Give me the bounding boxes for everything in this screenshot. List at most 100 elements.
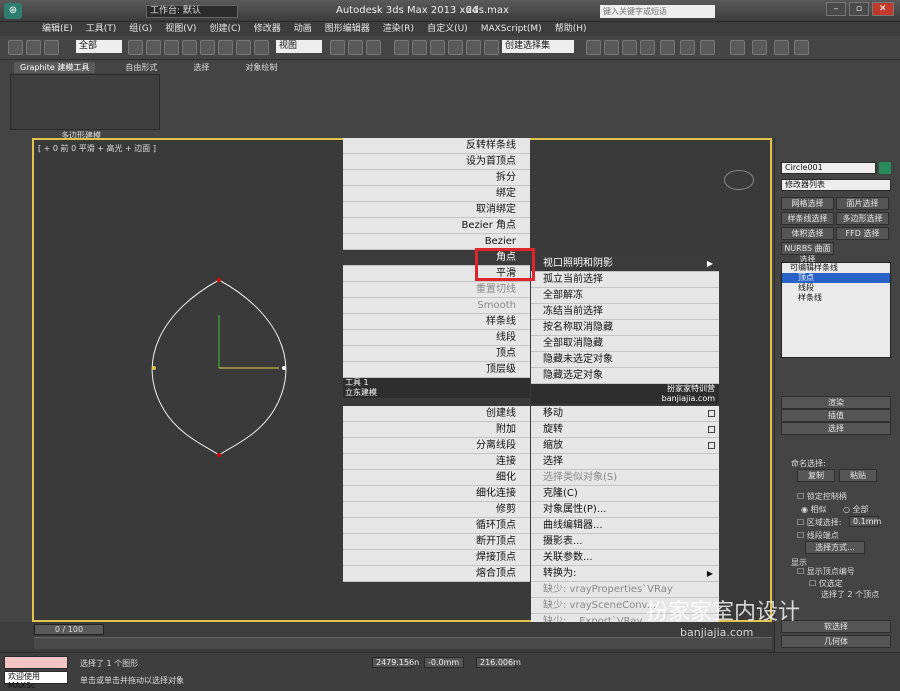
- area-select-checkbox[interactable]: ☐ 区域选择:: [797, 517, 841, 528]
- select-by-button[interactable]: 选择方式...: [805, 541, 865, 554]
- toolbar-tool-icon[interactable]: [26, 40, 41, 55]
- toolbar-tool-icon[interactable]: [730, 40, 745, 55]
- toolbar-tool-icon[interactable]: [200, 40, 215, 55]
- geometry-rollout[interactable]: 几何体: [781, 635, 891, 648]
- quad-menu-item[interactable]: 移动: [531, 406, 719, 422]
- quad-menu-item[interactable]: 拆分: [343, 170, 530, 186]
- toolbar-tool-icon[interactable]: [752, 40, 767, 55]
- modifier-set-button[interactable]: 体积选择: [781, 227, 834, 240]
- toolbar-tool-icon[interactable]: [448, 40, 463, 55]
- modifier-set-button[interactable]: NURBS 曲面选择: [781, 242, 834, 264]
- quad-menu-item[interactable]: 细化连接: [343, 486, 530, 502]
- search-input[interactable]: 键入关键字或短语: [600, 5, 715, 18]
- quad-menu-item[interactable]: 循环顶点: [343, 518, 530, 534]
- quad-menu-item[interactable]: 摄影表...: [531, 534, 719, 550]
- toolbar-tool-icon[interactable]: [640, 40, 655, 55]
- stack-item[interactable]: 可编辑样条线: [782, 263, 890, 273]
- modifier-set-button[interactable]: 多边形选择: [836, 212, 889, 225]
- quad-menu-item[interactable]: 克隆(C): [531, 486, 719, 502]
- ribbon-tab[interactable]: 选择: [187, 62, 215, 73]
- quad-menu-item[interactable]: 隐藏选定对象: [531, 368, 719, 384]
- ribbon-tab[interactable]: 对象绘制: [239, 62, 283, 73]
- ribbon-tab[interactable]: 自由形式: [119, 62, 163, 73]
- stack-item[interactable]: 顶点: [782, 273, 890, 283]
- toolbar-tool-icon[interactable]: [412, 40, 427, 55]
- modifier-list-dropdown[interactable]: 修改器列表: [781, 179, 891, 191]
- toolbar-tool-icon[interactable]: [794, 40, 809, 55]
- maxscript-listener[interactable]: [4, 656, 68, 669]
- toolbar-tool-icon[interactable]: [394, 40, 409, 55]
- quad-menu-item[interactable]: 断开顶点: [343, 534, 530, 550]
- quad-menu-item[interactable]: 全部解冻: [531, 288, 719, 304]
- show-vertex-numbers-checkbox[interactable]: ☐ 显示顶点编号: [797, 566, 855, 577]
- quad-menu-item[interactable]: 焊接顶点: [343, 550, 530, 566]
- quad-menu-item[interactable]: 修剪: [343, 502, 530, 518]
- workspace-dropdown[interactable]: 工作台: 默认: [146, 5, 238, 18]
- modifier-set-button[interactable]: 样条线选择: [781, 212, 834, 225]
- menu-item[interactable]: MAXScript(M): [481, 22, 542, 36]
- quad-menu-item[interactable]: 设为首顶点: [343, 154, 530, 170]
- stack-item[interactable]: 样条线: [782, 293, 890, 303]
- viewport-label[interactable]: [ + 0 前 0 平滑 + 高光 + 边面 ]: [38, 143, 156, 154]
- similar-radio[interactable]: ◉ 相似: [801, 504, 827, 515]
- quad-menu-item[interactable]: 缩放: [531, 438, 719, 454]
- coord-z-field[interactable]: 216.006m: [476, 657, 521, 668]
- stack-item[interactable]: 线段: [782, 283, 890, 293]
- toolbar-tool-icon[interactable]: [660, 40, 675, 55]
- modifier-set-button[interactable]: 网格选择: [781, 197, 834, 210]
- quad-menu-item[interactable]: 按名称取消隐藏: [531, 320, 719, 336]
- segment-end-checkbox[interactable]: ☐ 线段端点: [797, 530, 839, 541]
- menu-item[interactable]: 视图(V): [165, 22, 196, 36]
- toolbar-tool-icon[interactable]: [218, 40, 233, 55]
- menu-item[interactable]: 帮助(H): [555, 22, 587, 36]
- app-logo-icon[interactable]: ⊛: [4, 3, 22, 19]
- toolbar-tool-icon[interactable]: [8, 40, 23, 55]
- quad-menu-item[interactable]: 重置切线: [343, 282, 530, 298]
- toolbar-tool-icon[interactable]: [164, 40, 179, 55]
- named-selection-dropdown[interactable]: 创建选择集: [502, 40, 574, 53]
- quad-menu-item[interactable]: 顶点: [343, 346, 530, 362]
- toolbar-tool-icon[interactable]: [700, 40, 715, 55]
- copy-button[interactable]: 复制: [797, 469, 835, 482]
- selected-only-checkbox[interactable]: ☐ 仅选定: [809, 578, 843, 589]
- quad-menu-item[interactable]: 样条线: [343, 314, 530, 330]
- menu-item[interactable]: 修改器: [254, 22, 281, 36]
- rollout-header[interactable]: 渲染: [781, 396, 891, 409]
- quad-menu-item[interactable]: 创建线: [343, 406, 530, 422]
- quad-menu-item[interactable]: Bezier 角点: [343, 218, 530, 234]
- options-box-icon[interactable]: [708, 442, 715, 449]
- all-radio[interactable]: ○ 全部: [843, 504, 869, 515]
- options-box-icon[interactable]: [708, 426, 715, 433]
- track-bar[interactable]: [34, 637, 772, 649]
- quad-menu-item[interactable]: 全部取消隐藏: [531, 336, 719, 352]
- menu-item[interactable]: 动画: [294, 22, 312, 36]
- quad-menu-item[interactable]: 关联参数...: [531, 550, 719, 566]
- menu-item[interactable]: 渲染(R): [383, 22, 414, 36]
- toolbar-tool-icon[interactable]: [348, 40, 363, 55]
- quad-menu-item[interactable]: 转换为: ▶: [531, 566, 719, 582]
- timeline[interactable]: 0 / 100: [0, 622, 774, 652]
- menu-item[interactable]: 编辑(E): [42, 22, 73, 36]
- menu-item[interactable]: 工具(T): [86, 22, 117, 36]
- toolbar-tool-icon[interactable]: [586, 40, 601, 55]
- toolbar-tool-icon[interactable]: [44, 40, 59, 55]
- toolbar-tool-icon[interactable]: [484, 40, 499, 55]
- quad-menu-item[interactable]: 顶层级: [343, 362, 530, 378]
- maxscript-welcome[interactable]: 欢迎使用 MAXSc: [4, 671, 68, 690]
- quad-menu-item[interactable]: 隐藏未选定对象: [531, 352, 719, 368]
- options-box-icon[interactable]: [708, 410, 715, 417]
- coord-y-field[interactable]: -0.0mm: [424, 657, 464, 668]
- rollout-header[interactable]: 选择: [781, 422, 891, 435]
- quad-menu-item[interactable]: 线段: [343, 330, 530, 346]
- quad-menu-item[interactable]: 熔合顶点: [343, 566, 530, 582]
- toolbar-tool-icon[interactable]: [254, 40, 269, 55]
- quad-menu-item[interactable]: 选择: [531, 454, 719, 470]
- toolbar-tool-icon[interactable]: [366, 40, 381, 55]
- quad-menu-item[interactable]: 附加: [343, 422, 530, 438]
- quad-menu-item[interactable]: 绑定: [343, 186, 530, 202]
- quad-menu-item[interactable]: 连接: [343, 454, 530, 470]
- quad-menu-item[interactable]: 曲线编辑器...: [531, 518, 719, 534]
- quad-menu-item[interactable]: 选择类似对象(S): [531, 470, 719, 486]
- viewcube-icon[interactable]: [724, 170, 754, 190]
- modifier-set-button[interactable]: FFD 选择: [836, 227, 889, 240]
